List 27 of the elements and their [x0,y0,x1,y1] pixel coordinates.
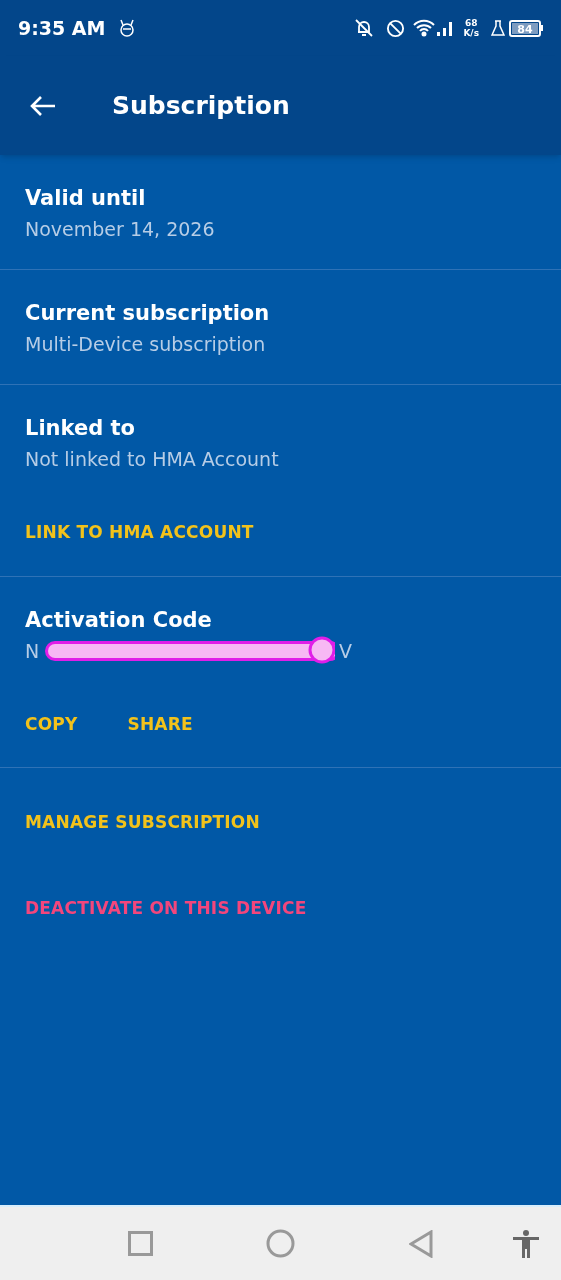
section-title: Current subscription [25,300,271,327]
back-icon[interactable] [409,1229,433,1258]
code-fragment: V [339,638,352,664]
flask-icon [491,19,505,37]
notifications-off-icon [354,18,375,38]
accessibility-icon[interactable] [513,1229,539,1258]
section-title: Activation Code [25,606,213,634]
action-link[interactable]: MANAGE SUBSCRIPTION [25,810,536,836]
status-time: 9:35 AM [18,15,106,41]
action-link[interactable]: LINK TO HMA ACCOUNT [25,520,254,546]
network-speed-value: 68 [464,18,478,28]
action-link[interactable]: COPY [25,711,78,737]
section-title: Linked to [25,415,136,442]
section-value: November 14, 2026 [25,217,216,242]
do-not-disturb-icon [386,18,406,38]
home-icon[interactable] [266,1229,295,1258]
wifi-icon [413,19,436,37]
section-title: Valid until [25,185,147,212]
code-fragment: N [25,638,40,664]
network-speed-unit: K/s [463,28,479,38]
back-arrow-icon[interactable] [30,94,56,117]
screen-title: Subscription [112,89,290,122]
section-value: Not linked to HMA Account [25,447,280,472]
section-value: Multi-Device subscription [25,332,267,357]
battery-level: 84 [512,22,538,34]
recent-apps-icon[interactable] [128,1231,153,1256]
action-link[interactable]: SHARE [127,711,193,737]
